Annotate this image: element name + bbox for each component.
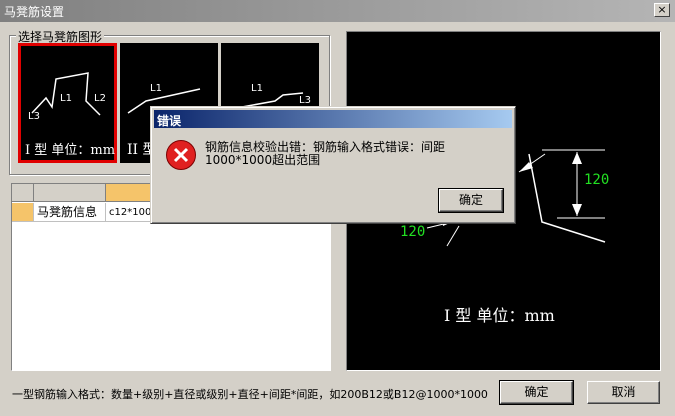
shape1-l3-label: L3 — [28, 111, 40, 122]
preview-caption: I 型 单位：mm — [444, 306, 555, 325]
cancel-button[interactable]: 取消 — [587, 381, 660, 404]
shape1-l2-label: L2 — [94, 93, 106, 104]
close-button[interactable]: × — [654, 3, 670, 17]
grid-corner-header — [12, 184, 34, 202]
shape-option-type1[interactable]: L1 L2 L3 I 型 单位：mm — [18, 43, 117, 163]
ok-button[interactable]: 确定 — [499, 380, 574, 405]
shape2-l1-label: L1 — [150, 83, 162, 94]
error-ok-button[interactable]: 确定 — [438, 188, 504, 213]
error-message: 钢筋信息校验出错：钢筋输入格式错误：间距1000*1000超出范围 — [205, 140, 446, 167]
shape3-l3-label: L3 — [299, 95, 311, 106]
shape3-l1-label: L1 — [251, 83, 263, 94]
window-title: 马凳筋设置 — [4, 5, 65, 19]
dim-vertical: 120 — [584, 172, 610, 188]
error-icon — [166, 140, 196, 170]
shape1-l1-label: L1 — [60, 93, 72, 104]
dim-bottom: 120 — [400, 224, 426, 240]
grid-name-header — [34, 184, 106, 202]
error-dialog-titlebar: 错误 — [154, 110, 512, 128]
shape1-caption: I 型 单位：mm — [25, 143, 116, 158]
grid-row-name: 马凳筋信息 — [34, 203, 106, 222]
title-bar: 马凳筋设置 × — [0, 0, 675, 22]
error-dialog-title: 错误 — [157, 114, 182, 128]
grid-row-indicator[interactable] — [12, 203, 34, 222]
error-dialog: 错误 钢筋信息校验出错：钢筋输入格式错误：间距1000*1000超出范围 确定 — [150, 106, 516, 224]
close-icon: × — [657, 3, 667, 16]
format-hint: 一型钢筋输入格式：数量+级别+直径或级别+直径+间距*间距，如200B12或B1… — [12, 388, 488, 401]
